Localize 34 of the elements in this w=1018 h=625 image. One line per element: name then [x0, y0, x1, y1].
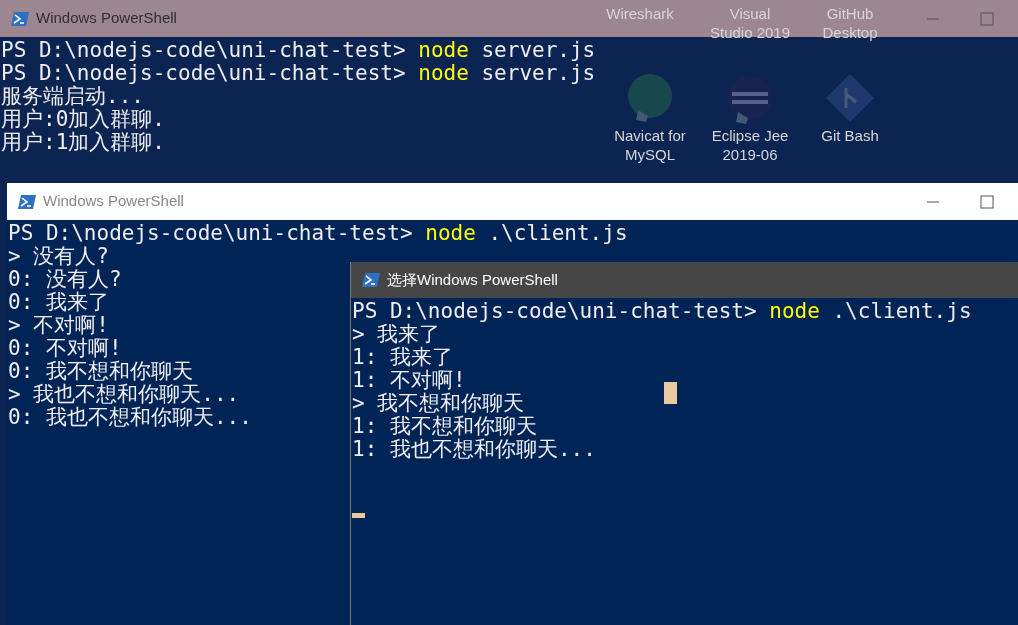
- console-line: 用户:1加入群聊.: [1, 131, 165, 154]
- window-title: Windows PowerShell: [36, 8, 177, 29]
- console-line: 0: 没有人?: [8, 268, 122, 291]
- window-title: Windows PowerShell: [43, 191, 184, 212]
- console-line: 服务端启动...: [1, 85, 144, 108]
- powershell-icon: [361, 272, 381, 288]
- desktop-icon-label[interactable]: Navicat for MySQL: [600, 126, 700, 164]
- console-line: 1: 不对啊!: [352, 369, 466, 392]
- powershell-icon: [10, 10, 30, 27]
- console-line: > 我不想和你聊天: [352, 392, 525, 415]
- console-line: PS D:\nodejs-code\uni-chat-test> node .\client.js: [352, 300, 972, 323]
- desktop-icon-label[interactable]: Git Bash: [813, 126, 887, 145]
- console-line: > 我来了: [352, 323, 441, 346]
- maximize-icon[interactable]: [980, 11, 994, 26]
- console-line: 0: 我来了: [8, 291, 109, 314]
- cursor-block: [664, 382, 677, 404]
- maximize-icon[interactable]: [980, 194, 994, 209]
- console-line: 用户:0加入群聊.: [1, 108, 165, 131]
- console-line: 0: 不对啊!: [8, 337, 122, 360]
- console-line: > 没有人?: [8, 245, 109, 268]
- console-line: 1: 我来了: [352, 346, 453, 369]
- console-line: 0: 我也不想和你聊天...: [8, 406, 252, 429]
- powershell-icon: [17, 193, 37, 210]
- console-line: 0: 我不想和你聊天: [8, 360, 193, 383]
- desktop-icon-label[interactable]: Eclipse Jee 2019-06: [700, 126, 800, 164]
- console-line: PS D:\nodejs-code\uni-chat-test> node server.js: [1, 39, 596, 62]
- console-line: > 我也不想和你聊天...: [8, 383, 240, 406]
- console-line: > 不对啊!: [8, 314, 109, 337]
- console-line: 1: 我不想和你聊天: [352, 415, 537, 438]
- console-line: PS D:\nodejs-code\uni-chat-test> node server.js: [1, 62, 596, 85]
- text-cursor: [352, 513, 365, 518]
- console-line: PS D:\nodejs-code\uni-chat-test> node .\client.js: [8, 222, 628, 245]
- console-line: 1: 我也不想和你聊天...: [352, 438, 596, 461]
- window-title: 选择Windows PowerShell: [387, 269, 558, 290]
